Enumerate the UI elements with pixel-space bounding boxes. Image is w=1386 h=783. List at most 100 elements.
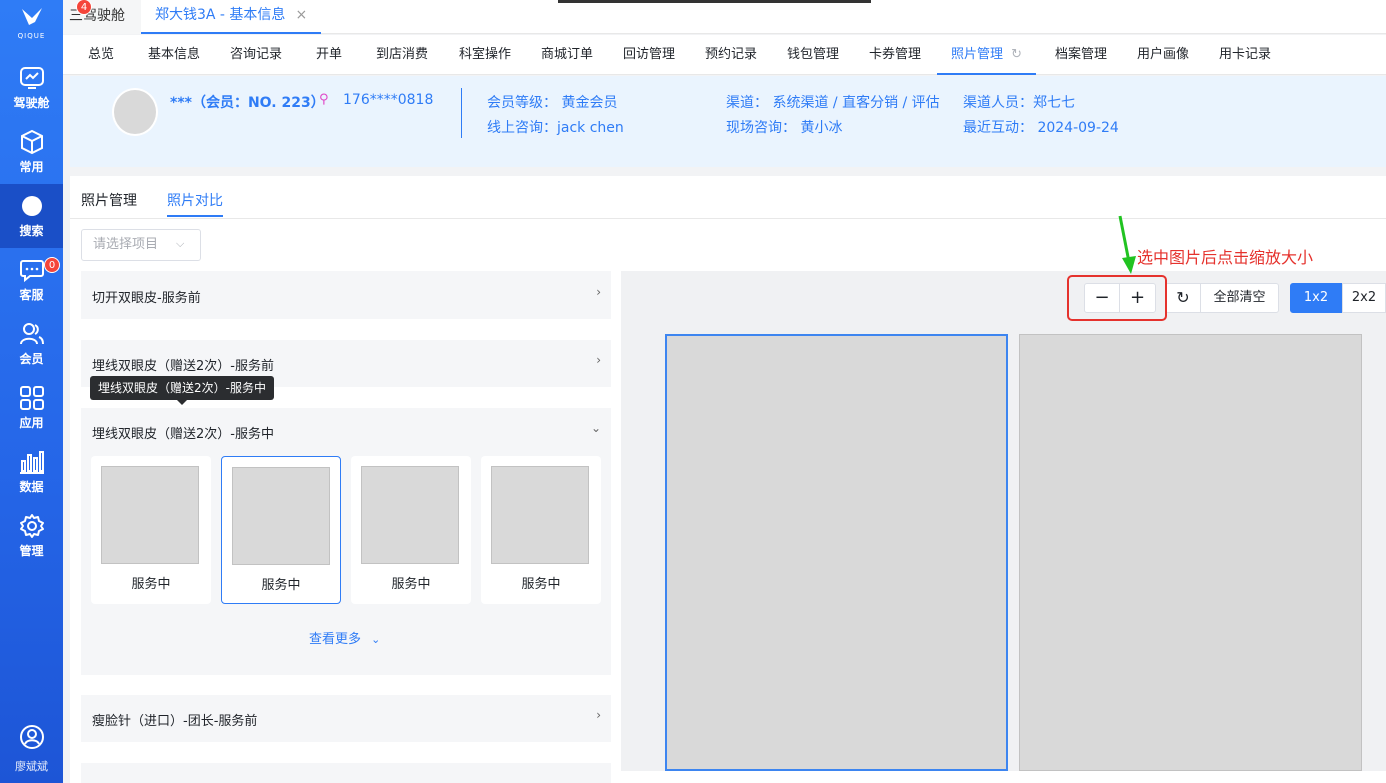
service-badge: 0	[44, 257, 60, 273]
subtab-photo-compare[interactable]: 照片对比	[167, 190, 223, 210]
gear-icon	[19, 514, 44, 538]
layout-2x2-button[interactable]: 2x2	[1342, 283, 1386, 313]
tooltip: 埋线双眼皮（赠送2次）-服务中	[90, 376, 274, 400]
window-handle	[558, 0, 871, 3]
nav-tab-dept-operations[interactable]: 科室操作	[459, 35, 511, 75]
photo-card-label: 服务中	[391, 577, 431, 592]
divider	[461, 88, 462, 138]
sidebar-item-label: 应用	[19, 416, 44, 430]
photo-card[interactable]: 服务中	[91, 456, 211, 604]
photo-card-label: 服务中	[261, 578, 301, 593]
online-consultant: 线上咨询：jack chen	[487, 120, 624, 136]
tab-label: 郑大钱3A - 基本信息	[155, 7, 286, 23]
sidebar-item-label: 会员	[19, 352, 44, 366]
nav-tab-store-consumption[interactable]: 到店消费	[376, 35, 428, 75]
tab-cockpit[interactable]: 三驾驶舱	[63, 0, 141, 34]
nav-tab-appointments[interactable]: 预约记录	[705, 35, 757, 75]
sidebar-item-apps[interactable]: 应用	[0, 376, 63, 440]
layout-1x2-button[interactable]: 1x2	[1290, 283, 1342, 313]
nav-tab-coupons[interactable]: 卡券管理	[869, 35, 921, 75]
view-more-link[interactable]: 查看更多 ⌄	[309, 628, 380, 647]
chevron-down-icon: ⌄	[371, 633, 381, 646]
member-level: 会员等级： 黄金会员	[487, 95, 618, 111]
sidebar-item-cockpit[interactable]: 驾驶舱	[0, 56, 63, 120]
sidebar-item-label: 常用	[19, 160, 44, 174]
sidebar-item-common[interactable]: 常用	[0, 120, 63, 184]
cube-icon	[20, 129, 43, 155]
photo-thumbnail	[101, 466, 199, 564]
photo-card-label: 服务中	[521, 577, 561, 592]
photo-card[interactable]: 服务中	[481, 456, 601, 604]
channel: 渠道： 系统渠道 / 直客分销 / 评估	[726, 95, 940, 111]
tooltip-arrow	[177, 400, 187, 405]
group-title: 瘦脸针（进口）-团长-服务前	[92, 714, 258, 729]
nav-tab-billing[interactable]: 开单	[316, 35, 342, 75]
member-nav-tabs: 总览 基本信息 咨询记录 开单 到店消费 科室操作 商城订单 回访管理 预约记录…	[63, 35, 1386, 75]
sidebar-item-label: 搜索	[19, 224, 44, 238]
close-icon[interactable]: ×	[295, 7, 307, 23]
logo[interactable]: QIQUE	[0, 6, 63, 40]
nav-tab-archives[interactable]: 档案管理	[1055, 35, 1107, 75]
nav-tab-followup[interactable]: 回访管理	[623, 35, 675, 75]
photo-group[interactable]: 切开双眼皮-服务前 ›	[81, 271, 611, 319]
user-circle-icon	[19, 725, 44, 749]
onsite-consultant: 现场咨询： 黄小冰	[726, 120, 843, 136]
photo-thumbnail	[232, 467, 330, 565]
tab-member-info[interactable]: 郑大钱3A - 基本信息 ×	[141, 0, 322, 34]
chevron-right-icon: ›	[596, 708, 601, 722]
search-icon	[21, 196, 42, 216]
search-icon[interactable]: ⚲	[319, 92, 329, 107]
member-phone: 176****0818	[343, 92, 434, 108]
sidebar-item-label: 驾驶舱	[13, 96, 50, 110]
logo-text: QIQUE	[17, 32, 46, 40]
photo-card-selected[interactable]: 服务中	[221, 456, 341, 604]
grid-apps-icon	[19, 386, 44, 410]
avatar	[112, 88, 158, 136]
nav-tab-photos[interactable]: 照片管理 ↻	[937, 35, 1037, 75]
channel-staff: 渠道人员：郑七七	[963, 95, 1075, 111]
chevron-down-icon[interactable]: ⌄	[591, 421, 601, 435]
annotation-highlight-box	[1067, 275, 1167, 321]
nav-tab-card-usage[interactable]: 用卡记录	[1219, 35, 1271, 75]
sidebar-item-manage[interactable]: 管理	[0, 504, 63, 568]
photo-card-label: 服务中	[131, 577, 171, 592]
member-name: ***（会员：NO. 223）	[170, 95, 325, 111]
sidebar-item-label: 数据	[19, 480, 44, 494]
chevron-right-icon: ›	[596, 285, 601, 299]
subtab-photo-management[interactable]: 照片管理	[81, 190, 137, 210]
group-title: 埋线双眼皮（赠送2次）-服务前	[92, 359, 274, 374]
photo-thumbnail	[491, 466, 589, 564]
refresh-icon[interactable]: ↻	[1011, 47, 1022, 62]
clear-all-button[interactable]: 全部清空	[1200, 283, 1279, 313]
window-tab-bar: 三驾驶舱 郑大钱3A - 基本信息 ×	[63, 0, 1386, 34]
subtab-indicator	[167, 215, 223, 217]
group-title[interactable]: 埋线双眼皮（赠送2次）-服务中	[92, 423, 274, 442]
nav-tab-wallet[interactable]: 钱包管理	[787, 35, 839, 75]
users-icon	[19, 323, 44, 345]
compare-photo-left-selected[interactable]	[665, 334, 1008, 771]
sidebar-item-label: 客服	[19, 288, 44, 302]
sidebar-item-label: 管理	[19, 544, 44, 558]
photo-group[interactable]	[81, 763, 611, 783]
nav-tab-mall-orders[interactable]: 商城订单	[541, 35, 593, 75]
nav-tab-label: 照片管理	[951, 47, 1004, 62]
sidebar-item-search[interactable]: 搜索	[0, 184, 63, 248]
project-select[interactable]: 请选择项目 ⌵	[81, 229, 201, 261]
photo-group[interactable]: 瘦脸针（进口）-团长-服务前 ›	[81, 695, 611, 742]
photo-card[interactable]: 服务中	[351, 456, 471, 604]
chevron-down-icon: ⌵	[176, 237, 185, 250]
last-interaction: 最近互动： 2024-09-24	[963, 120, 1119, 136]
compare-photo-right[interactable]	[1019, 334, 1362, 771]
nav-tab-basic-info[interactable]: 基本信息	[148, 35, 200, 75]
sidebar-item-members[interactable]: 会员	[0, 312, 63, 376]
nav-tab-overview[interactable]: 总览	[88, 35, 114, 75]
nav-tab-consult-records[interactable]: 咨询记录	[230, 35, 282, 75]
view-more-label: 查看更多	[309, 632, 362, 647]
bar-chart-icon	[19, 451, 44, 474]
reset-button[interactable]: ↻	[1165, 283, 1201, 313]
member-info-band: ***（会员：NO. 223） ⚲ 176****0818 会员等级： 黄金会员…	[70, 76, 1386, 167]
sidebar-item-data[interactable]: 数据	[0, 440, 63, 504]
nav-tab-user-profile[interactable]: 用户画像	[1137, 35, 1189, 75]
chart-board-icon	[19, 67, 44, 89]
user-profile[interactable]: 廖斌斌	[0, 724, 63, 774]
